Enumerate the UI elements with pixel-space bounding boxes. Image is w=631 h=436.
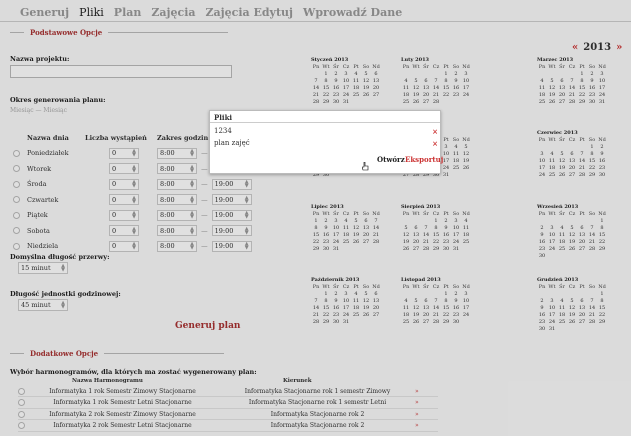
page: Generuj Pliki Plan Zajęcia Zajęcia Edytuj Wpr… [0, 0, 631, 436]
hand-cursor-icon [362, 162, 369, 171]
files-dialog: Pliki 1234 × plan zajęć × Otwórz Eksport… [209, 110, 443, 174]
delete-icon[interactable]: × [432, 127, 438, 136]
file-name[interactable]: 1234 [214, 127, 232, 136]
dialog-title: Pliki [210, 111, 440, 123]
delete-icon[interactable]: × [432, 139, 438, 148]
open-button[interactable]: Otwórz [377, 155, 405, 164]
export-button[interactable]: Eksportuj [405, 155, 443, 164]
file-item[interactable]: plan zajęć × [214, 139, 438, 148]
modal-overlay [0, 0, 631, 436]
file-item[interactable]: 1234 × [214, 127, 438, 136]
file-name[interactable]: plan zajęć [214, 139, 250, 148]
